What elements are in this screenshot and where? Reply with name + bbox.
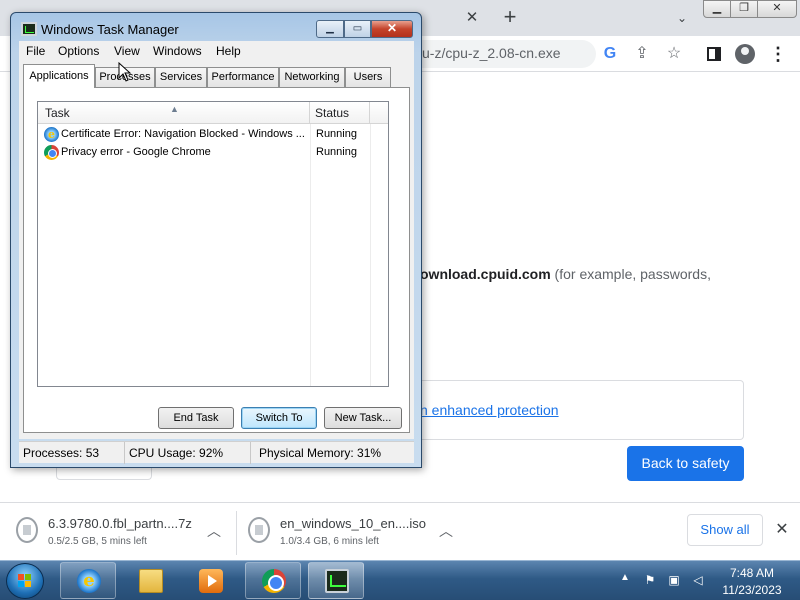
folder-icon xyxy=(139,569,163,593)
network-icon[interactable]: ▣ xyxy=(666,572,682,588)
clock-time[interactable]: 7:48 AM xyxy=(722,566,782,580)
close-icon[interactable]: ✕ xyxy=(772,520,792,540)
chevron-up-icon[interactable]: ︿ xyxy=(204,521,224,541)
column-header-status[interactable]: Status xyxy=(310,102,370,124)
end-task-button[interactable]: End Task xyxy=(158,407,234,429)
download-item[interactable]: 6.3.9780.0.fbl_partn....7z 0.5/2.5 GB, 5… xyxy=(12,511,234,555)
status-bar: Processes: 53 CPU Usage: 92% Physical Me… xyxy=(19,441,414,464)
chrome-close-button[interactable]: ✕ xyxy=(757,0,797,18)
warning-domain: ownload.cpuid.com xyxy=(420,266,551,282)
taskbar-task-manager[interactable] xyxy=(308,562,364,599)
show-all-downloads-button[interactable]: Show all xyxy=(687,514,763,546)
enhanced-protection-link[interactable]: n enhanced protection xyxy=(420,402,559,418)
tab-networking[interactable]: Networking xyxy=(279,67,345,87)
start-button[interactable] xyxy=(6,563,44,599)
menu-view[interactable]: View xyxy=(114,44,140,58)
taskbar-internet-explorer[interactable]: e xyxy=(60,562,116,599)
volume-muted-icon[interactable]: ◁ xyxy=(690,572,706,588)
profile-avatar-icon[interactable] xyxy=(733,42,757,66)
tab-applications[interactable]: Applications xyxy=(23,64,95,88)
chrome-minimize-button[interactable]: ▁ xyxy=(703,0,731,18)
show-hidden-icons-icon[interactable]: ▲ xyxy=(620,572,630,583)
task-row[interactable]: Privacy error - Google Chrome Running xyxy=(38,144,388,162)
download-item[interactable]: en_windows_10_en....iso 1.0/3.4 GB, 6 mi… xyxy=(244,511,466,555)
task-name: Certificate Error: Navigation Blocked - … xyxy=(61,128,305,140)
new-tab-button[interactable]: + xyxy=(498,5,522,29)
warning-text-rest: (for example, passwords, xyxy=(550,266,711,282)
sort-arrow-icon: ▲ xyxy=(170,104,179,114)
task-status: Running xyxy=(316,146,357,158)
download-filename: en_windows_10_en....iso xyxy=(280,516,426,531)
task-manager-window: Windows Task Manager ▁ ▭ ✕ File Options … xyxy=(10,12,422,468)
internet-explorer-icon: e xyxy=(44,127,59,142)
menu-bar: File Options View Windows Help xyxy=(19,41,414,61)
task-manager-body: Applications Processes Services Performa… xyxy=(19,61,414,439)
column-divider xyxy=(370,124,371,386)
task-manager-icon xyxy=(325,569,349,593)
maximize-button[interactable]: ▭ xyxy=(344,20,371,38)
clock-date[interactable]: 11/23/2023 xyxy=(714,583,790,597)
task-manager-icon xyxy=(21,22,37,36)
status-processes: Processes: 53 xyxy=(19,442,125,464)
menu-file[interactable]: File xyxy=(26,44,45,58)
google-lens-icon[interactable]: G xyxy=(598,42,622,66)
chevron-up-icon[interactable]: ︿ xyxy=(436,521,456,541)
taskbar-windows-explorer[interactable] xyxy=(122,562,178,599)
task-list[interactable]: Task ▲ Status e Certificate Error: Navig… xyxy=(37,101,389,387)
taskbar-media-player[interactable] xyxy=(182,562,238,599)
taskbar-google-chrome[interactable] xyxy=(245,562,301,599)
minimize-button[interactable]: ▁ xyxy=(316,20,344,38)
tab-search-icon[interactable]: ⌄ xyxy=(672,8,692,28)
column-task-label: Task xyxy=(45,106,70,120)
tab-close-icon[interactable]: ✕ xyxy=(462,8,482,28)
action-center-flag-icon[interactable]: ⚑ xyxy=(642,572,658,588)
list-header: Task ▲ Status xyxy=(38,102,388,124)
tab-performance[interactable]: Performance xyxy=(207,67,279,87)
status-physical-memory: Physical Memory: 31% xyxy=(259,446,382,460)
internet-explorer-icon: e xyxy=(77,569,101,593)
chrome-icon xyxy=(262,569,286,593)
new-task-button[interactable]: New Task... xyxy=(324,407,402,429)
task-row[interactable]: e Certificate Error: Navigation Blocked … xyxy=(38,126,388,144)
chrome-restore-button[interactable]: ❐ xyxy=(730,0,758,18)
chrome-menu-icon[interactable]: ⋮ xyxy=(766,42,790,66)
column-header-task[interactable]: Task ▲ xyxy=(38,102,310,124)
menu-help[interactable]: Help xyxy=(216,44,241,58)
column-divider xyxy=(310,124,311,386)
download-progress-icon xyxy=(248,517,270,543)
media-player-icon xyxy=(199,569,223,593)
status-cpu-usage: CPU Usage: 92% xyxy=(125,442,251,464)
download-status: 0.5/2.5 GB, 5 mins left xyxy=(48,536,147,547)
download-filename: 6.3.9780.0.fbl_partn....7z xyxy=(48,516,192,531)
menu-windows[interactable]: Windows xyxy=(153,44,202,58)
bookmark-star-icon[interactable]: ☆ xyxy=(662,42,686,66)
task-name: Privacy error - Google Chrome xyxy=(61,146,211,158)
task-status: Running xyxy=(316,128,357,140)
url-text[interactable]: u-z/cpu-z_2.08-cn.exe xyxy=(422,45,561,61)
chrome-icon xyxy=(44,145,59,160)
close-button[interactable]: ✕ xyxy=(371,20,413,38)
download-separator xyxy=(236,511,237,555)
switch-to-button[interactable]: Switch To xyxy=(241,407,317,429)
download-status: 1.0/3.4 GB, 6 mins left xyxy=(280,536,379,547)
tab-users[interactable]: Users xyxy=(345,67,391,87)
download-progress-icon xyxy=(16,517,38,543)
back-to-safety-button[interactable]: Back to safety xyxy=(627,446,744,481)
side-panel-icon[interactable] xyxy=(702,42,726,66)
share-icon[interactable]: ⇪ xyxy=(630,42,654,66)
download-shelf: 6.3.9780.0.fbl_partn....7z 0.5/2.5 GB, 5… xyxy=(0,502,800,560)
tab-services[interactable]: Services xyxy=(155,67,207,87)
warning-text: ownload.cpuid.com (for example, password… xyxy=(420,266,711,282)
windows-logo-icon xyxy=(18,574,32,588)
window-title: Windows Task Manager xyxy=(41,22,179,37)
menu-options[interactable]: Options xyxy=(58,44,99,58)
